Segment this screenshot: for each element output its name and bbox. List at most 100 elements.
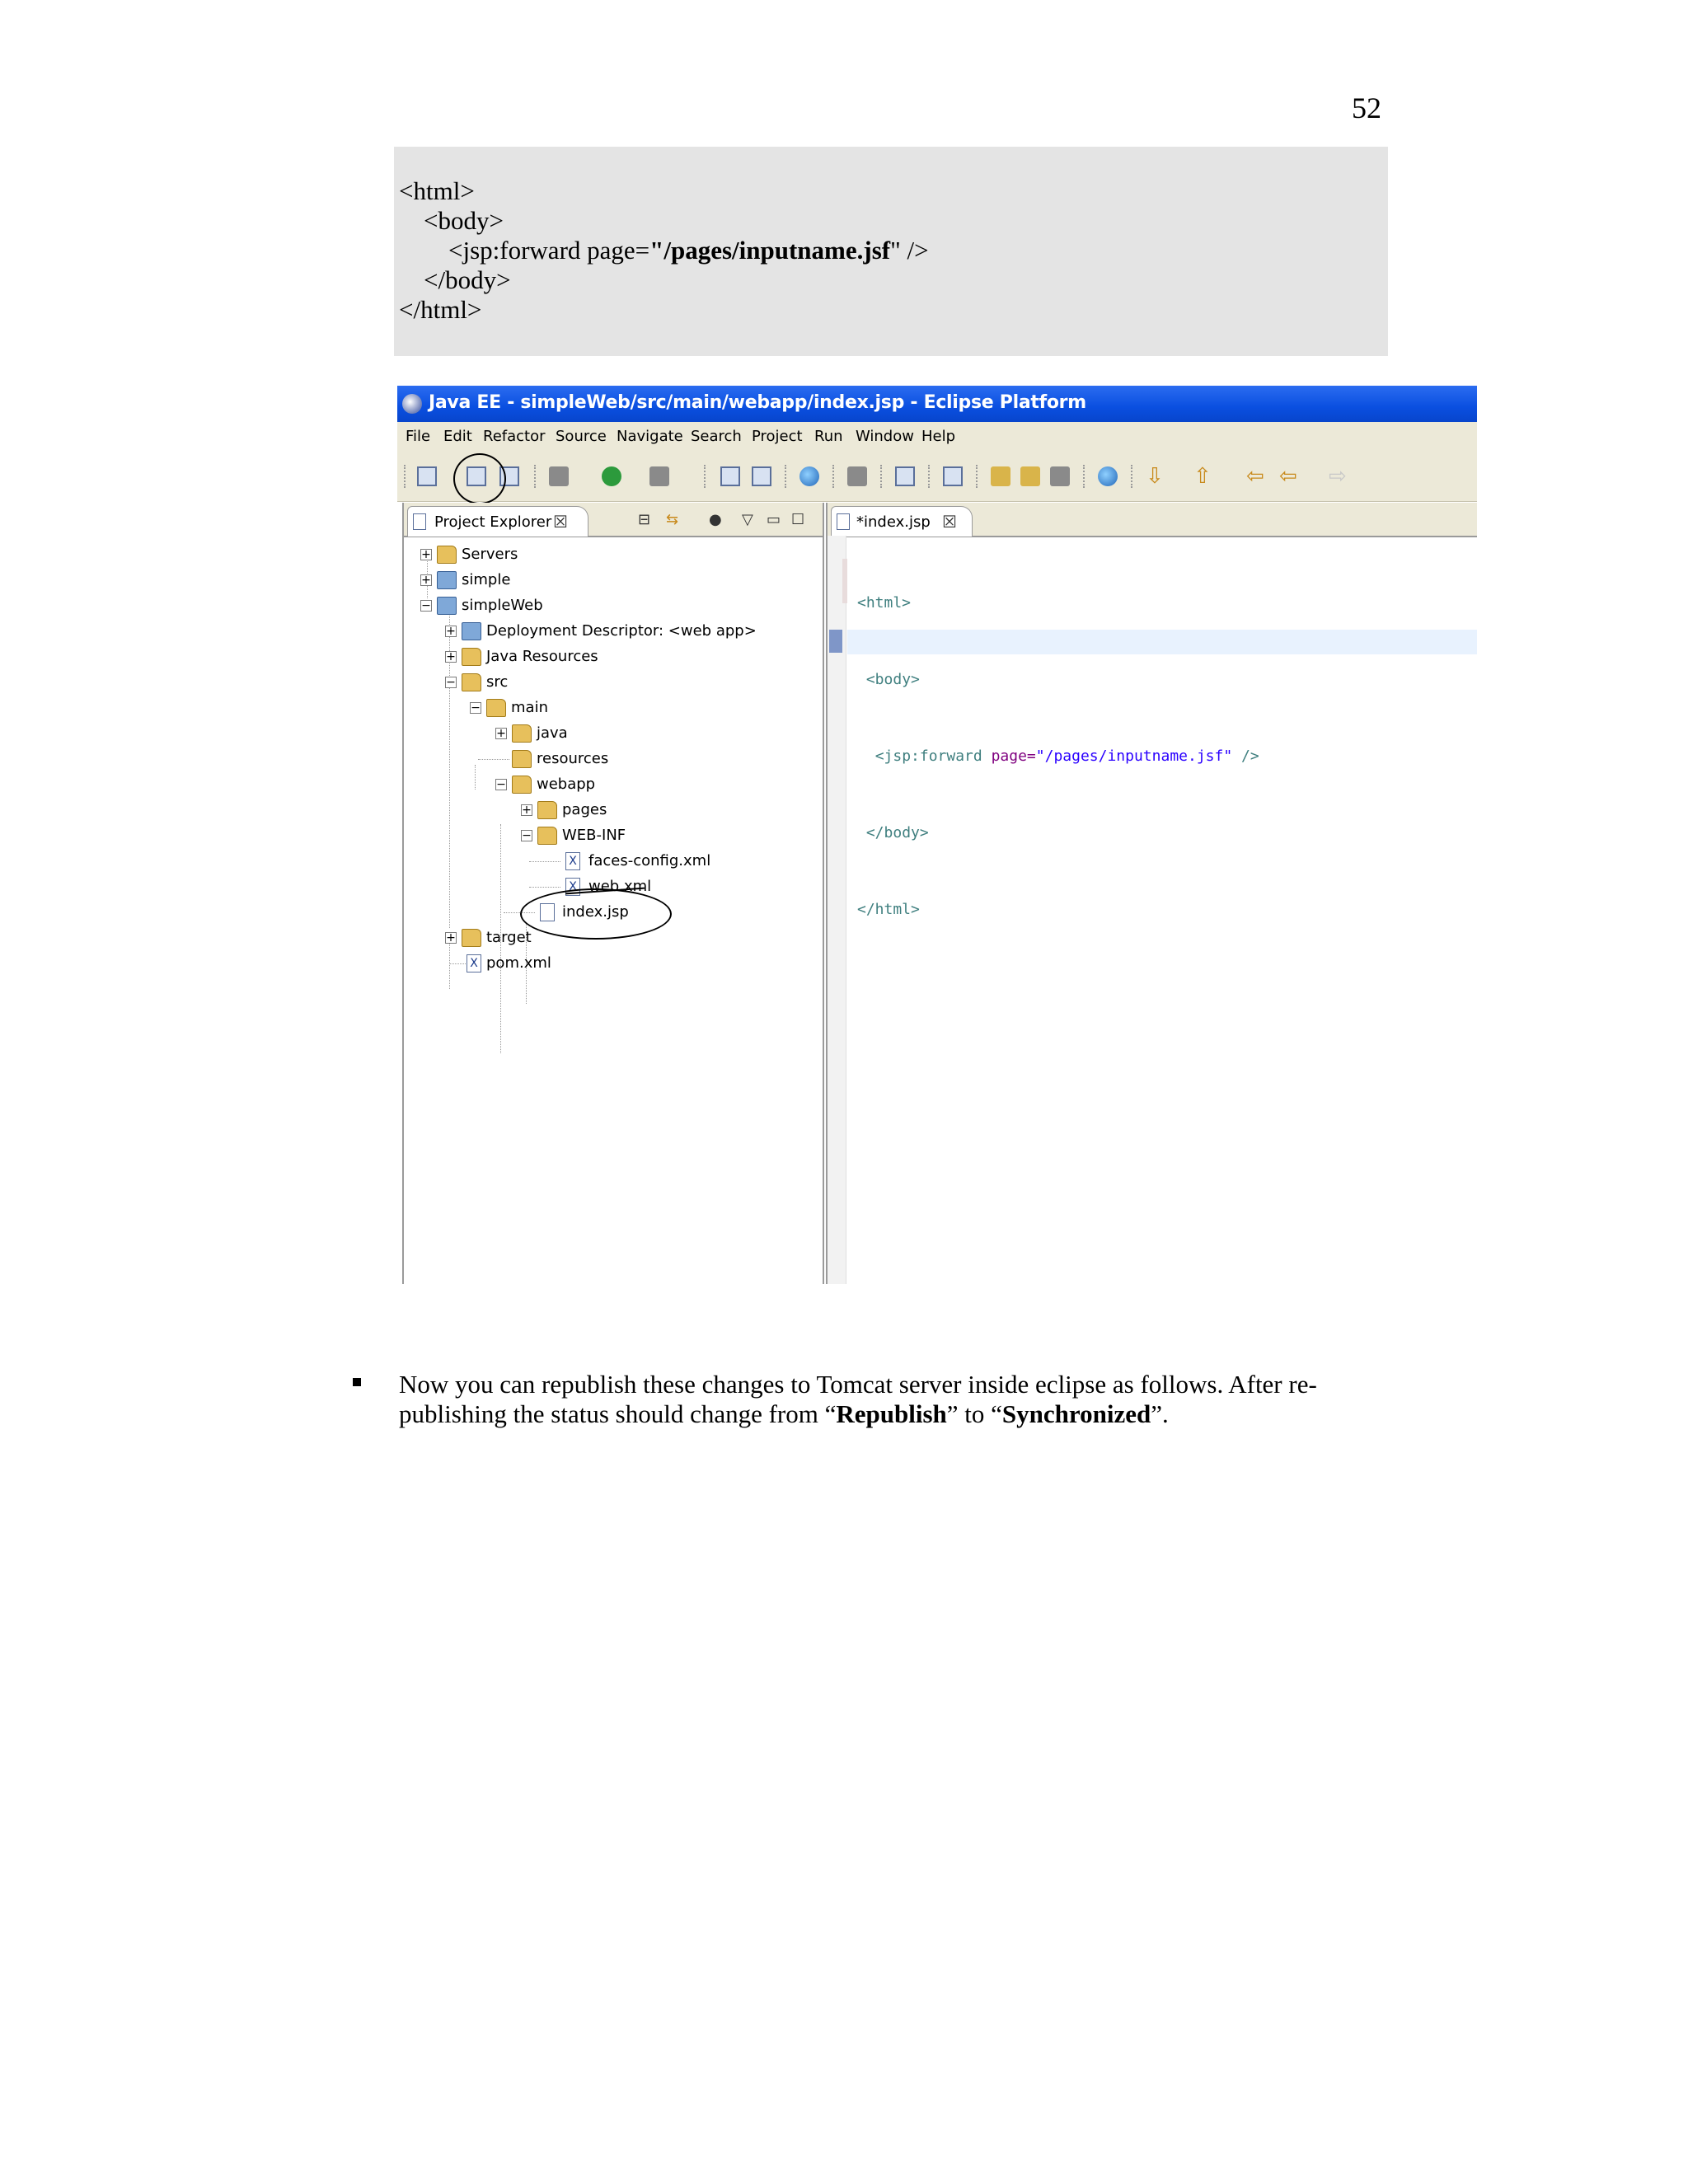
menu-navigate[interactable]: Navigate [617, 428, 683, 445]
window-title: Java EE - simpleWeb/src/main/webapp/inde… [429, 392, 1086, 413]
open-folder-icon[interactable] [991, 466, 1010, 486]
eclipse-screenshot: Java EE - simpleWeb/src/main/webapp/inde… [397, 386, 1477, 1284]
expand-icon[interactable]: + [521, 804, 532, 816]
change-marker [842, 559, 847, 603]
tree-item-label: webapp [537, 776, 596, 793]
close-icon[interactable]: ☒ [553, 512, 568, 532]
code-line-2: <body> [424, 206, 504, 235]
current-line-marker [829, 630, 842, 653]
code-line-3: <jsp:forward page="/pages/inputname.jsf"… [448, 236, 929, 265]
collapse-icon[interactable]: − [420, 600, 432, 612]
editor-line-3: <jsp:forward page="/pages/inputname.jsf"… [874, 748, 1259, 765]
expand-icon[interactable]: + [495, 728, 507, 739]
editor-line-5: </html> [857, 901, 920, 918]
expand-icon[interactable]: + [445, 626, 457, 637]
debug-icon[interactable] [549, 466, 569, 486]
tree-guide [529, 861, 560, 862]
document-icon[interactable] [943, 466, 963, 486]
maximize-icon[interactable]: ☐ [791, 511, 804, 528]
expand-icon[interactable]: + [445, 651, 457, 663]
tree-item-label: simpleWeb [462, 597, 543, 614]
editor-line-4: </body> [865, 824, 929, 841]
folder-icon [437, 546, 457, 564]
tree-guide [449, 963, 466, 964]
menu-project[interactable]: Project [752, 428, 803, 445]
folder-icon [486, 699, 506, 717]
globe-icon[interactable] [1098, 466, 1118, 486]
menu-edit[interactable]: Edit [443, 428, 472, 445]
last-edit-icon[interactable]: ⇦ [1246, 466, 1266, 487]
main-toolbar: ⇩ ⇧ ⇦ ⇦ ⇨ [397, 452, 1477, 502]
editor-tabbar: *index.jsp ☒ [828, 503, 1477, 537]
menu-search[interactable]: Search [691, 428, 742, 445]
window-titlebar[interactable]: Java EE - simpleWeb/src/main/webapp/inde… [397, 386, 1477, 422]
minimize-icon[interactable]: ▭ [767, 511, 781, 528]
project-explorer-tabbar: Project Explorer ☒ ⊟ ⇆ ● ▽ ▭ ☐ [404, 503, 823, 537]
menu-window[interactable]: Window [856, 428, 914, 445]
toolbar-separator [534, 465, 537, 488]
collapse-icon[interactable]: − [445, 677, 457, 688]
menu-refactor[interactable]: Refactor [483, 428, 546, 445]
menu-run[interactable]: Run [814, 428, 843, 445]
tab-index-jsp-label: *index.jsp [856, 513, 931, 531]
run-icon[interactable] [602, 466, 621, 486]
tab-project-explorer-label: Project Explorer [434, 513, 552, 531]
external-tools-icon[interactable] [649, 466, 669, 486]
toolbar-separator [832, 465, 836, 488]
deploy-icon[interactable] [895, 466, 915, 486]
tree-item-label: src [486, 673, 509, 691]
forward-icon[interactable]: ⇨ [1329, 466, 1348, 487]
expand-icon[interactable]: + [420, 549, 432, 560]
web-icon[interactable] [799, 466, 819, 486]
xml-file-icon: X [467, 954, 481, 972]
tree-guide [529, 887, 560, 888]
menu-bar: File Edit Refactor Source Navigate Searc… [397, 422, 1477, 452]
filter-icon[interactable]: ● [709, 511, 722, 528]
toolbar-separator [880, 465, 884, 488]
editor-code[interactable]: <html> <body> <jsp:forward page="/pages/… [857, 539, 1259, 973]
collapse-icon[interactable]: − [495, 779, 507, 790]
xml-file-icon: X [565, 852, 580, 870]
collapse-icon[interactable]: − [470, 702, 481, 714]
page-number: 52 [1352, 91, 1381, 124]
project-icon [437, 571, 457, 589]
code-listing: <html> <body> <jsp:forward page="/pages/… [394, 147, 1388, 356]
tree-item-label: WEB-INF [562, 827, 626, 844]
folder-icon [512, 776, 532, 794]
menu-source[interactable]: Source [556, 428, 607, 445]
task-icon[interactable] [847, 466, 867, 486]
close-icon[interactable]: ☒ [942, 512, 957, 532]
open-type-icon[interactable] [752, 466, 771, 486]
expand-icon[interactable]: + [445, 932, 457, 944]
next-annotation-icon[interactable]: ⇩ [1146, 466, 1165, 487]
tree-item-label: main [511, 699, 548, 716]
menu-file[interactable]: File [406, 428, 430, 445]
tree-item-label: Servers [462, 546, 518, 563]
tab-index-jsp[interactable]: *index.jsp ☒ [831, 506, 973, 537]
tab-project-explorer[interactable]: Project Explorer ☒ [407, 506, 588, 537]
tree-item-label: pages [562, 801, 607, 818]
new-icon[interactable] [417, 466, 437, 486]
expand-icon[interactable]: + [420, 574, 432, 586]
folder-icon [537, 801, 557, 819]
jsp-file-icon [837, 513, 850, 530]
folder-icon [537, 827, 557, 845]
menu-help[interactable]: Help [921, 428, 955, 445]
code-line-1: <html> [399, 176, 475, 205]
toolbar-separator [1083, 465, 1086, 488]
save-highlight-circle [453, 453, 506, 504]
tree-item-label: pom.xml [486, 954, 551, 972]
folder-icon[interactable] [1020, 466, 1040, 486]
new-server-icon[interactable] [720, 466, 740, 486]
previous-annotation-icon[interactable]: ⇧ [1193, 466, 1213, 487]
library-icon [462, 648, 481, 666]
back-icon[interactable]: ⇦ [1279, 466, 1299, 487]
collapse-all-icon[interactable]: ⊟ [638, 511, 650, 528]
tree-item-label: simple [462, 571, 511, 588]
collapse-icon[interactable]: − [521, 830, 532, 841]
pen-icon[interactable] [1050, 466, 1070, 486]
view-menu-icon[interactable]: ▽ [742, 511, 753, 528]
link-with-editor-icon[interactable]: ⇆ [666, 511, 678, 528]
toolbar-separator [928, 465, 931, 488]
toolbar-separator [704, 465, 707, 488]
